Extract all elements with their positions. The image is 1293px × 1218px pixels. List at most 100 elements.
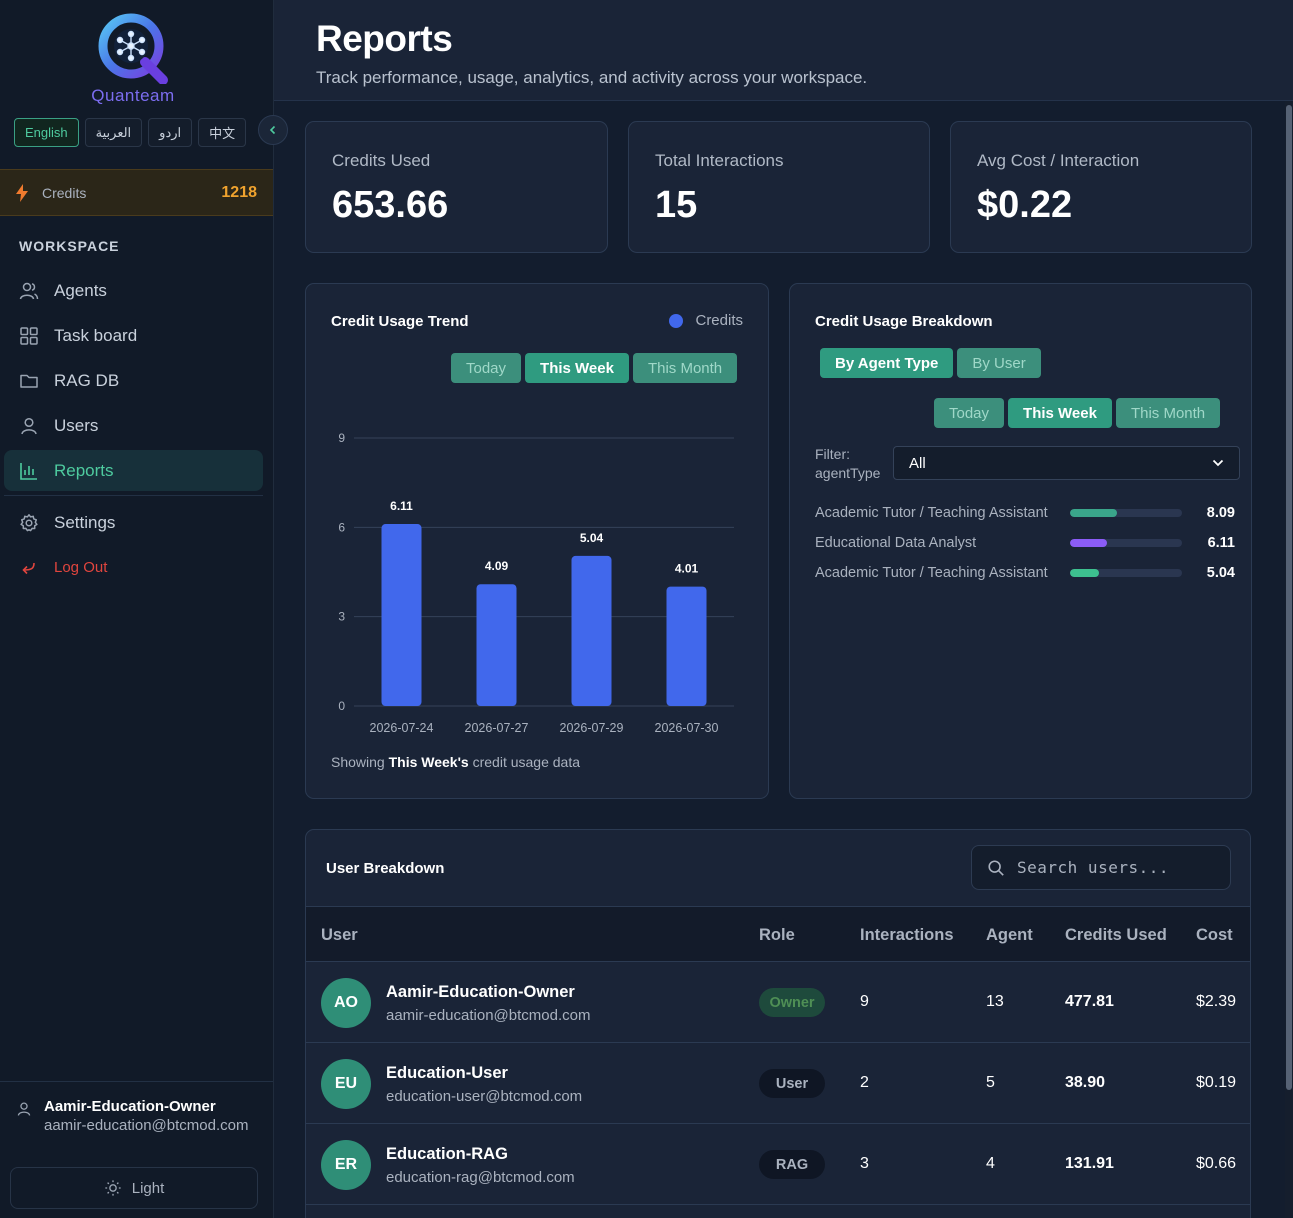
sidebar-item-label: Settings — [54, 512, 116, 532]
period-this-week-button[interactable]: This Week — [1008, 398, 1112, 428]
credits-cell: 477.81 — [1065, 993, 1114, 1010]
role-badge: User — [759, 1069, 825, 1098]
table-row[interactable]: EU Education-User education-user@btcmod.… — [306, 1043, 1250, 1124]
bar — [666, 586, 707, 706]
user-icon — [19, 416, 39, 436]
breakdown-row: Academic Tutor / Teaching Assistant 5.04 — [815, 563, 1235, 583]
search-users-box — [971, 845, 1231, 890]
bar-value-label: 4.01 — [675, 562, 699, 576]
filter-selected-value: All — [909, 454, 926, 472]
current-user[interactable]: Aamir-Education-Owner aamir-education@bt… — [0, 1081, 273, 1150]
sidebar-item-rag-db[interactable]: RAG DB — [4, 360, 263, 401]
workspace-section-title: WORKSPACE — [19, 238, 120, 254]
period-this-month-button[interactable]: This Month — [632, 353, 738, 383]
column-header-interactions[interactable]: Interactions — [860, 926, 954, 945]
period-this-month-button[interactable]: This Month — [1115, 398, 1221, 428]
sun-icon — [105, 1180, 121, 1196]
avatar: ER — [321, 1140, 371, 1190]
x-tick-label: 2026-07-30 — [655, 721, 719, 735]
scrollbar-thumb[interactable] — [1286, 105, 1292, 1090]
lang-arabic[interactable]: العربية — [84, 118, 143, 147]
y-tick-label: 9 — [338, 431, 345, 445]
search-users-input[interactable] — [1017, 858, 1207, 877]
user-breakdown-title: User Breakdown — [326, 860, 445, 877]
bar-chart-icon — [19, 461, 39, 481]
logout-icon — [19, 558, 39, 578]
period-today-button[interactable]: Today — [934, 398, 1005, 428]
credits-label: Credits — [42, 184, 87, 201]
sidebar-item-task-board[interactable]: Task board — [4, 315, 263, 356]
page-scrollbar[interactable] — [1285, 101, 1293, 1218]
table-row[interactable]: AO Aamir-Education-Owner aamir-education… — [306, 962, 1250, 1043]
breakdown-title: Credit Usage Breakdown — [815, 313, 993, 330]
sidebar-item-label: Task board — [54, 325, 138, 345]
sidebar-item-reports[interactable]: Reports — [4, 450, 263, 491]
user-name: Education-User — [386, 1064, 508, 1082]
tab-by-agent-type[interactable]: By Agent Type — [820, 348, 954, 378]
stat-card-credits-used: Credits Used 653.66 — [305, 121, 608, 253]
bar — [571, 555, 612, 706]
gear-icon — [19, 513, 39, 533]
tab-by-user[interactable]: By User — [957, 348, 1041, 378]
agent-type-filter-select[interactable]: All — [893, 446, 1240, 480]
credit-usage-bar-chart: 0 3 6 9 6.11 2026-07-24 4.09 2026-07-27 5.04 2026… — [338, 431, 734, 735]
breakdown-group-tabs: By Agent Type By User — [820, 348, 1041, 378]
breakdown-row-value: 5.04 — [1206, 565, 1235, 581]
trend-period-tabs: Today This Week This Month — [451, 353, 738, 383]
breakdown-row-name: Academic Tutor / Teaching Assistant — [815, 565, 1048, 581]
logout-button[interactable]: Log Out — [4, 547, 263, 588]
column-header-agent[interactable]: Agent — [986, 926, 1033, 945]
column-header-user[interactable]: User — [321, 926, 358, 945]
x-tick-label: 2026-07-27 — [465, 721, 529, 735]
current-user-name: Aamir-Education-Owner — [44, 1098, 216, 1115]
breakdown-bar-fill — [1070, 539, 1107, 547]
column-header-cost[interactable]: Cost — [1196, 926, 1233, 945]
stat-label: Avg Cost / Interaction — [977, 151, 1140, 170]
sidebar-item-agents[interactable]: Agents — [4, 270, 263, 311]
lang-chinese[interactable]: 中文 — [198, 118, 247, 147]
interactions-cell: 9 — [860, 993, 869, 1010]
footnote-period: This Week's — [388, 754, 469, 770]
credits-balance: Credits 1218 — [0, 169, 273, 216]
avatar: AO — [321, 978, 371, 1028]
folder-icon — [19, 371, 39, 391]
credits-cell: 38.90 — [1065, 1074, 1106, 1091]
breakdown-bar-track — [1070, 509, 1182, 517]
column-header-role[interactable]: Role — [759, 926, 795, 945]
chart-legend: Credits — [669, 312, 743, 329]
table-header: User Role Interactions Agent Credits Use… — [306, 906, 1250, 962]
theme-toggle-button[interactable]: Light — [10, 1167, 258, 1209]
chevron-down-icon — [1212, 459, 1224, 467]
breakdown-period-tabs: Today This Week This Month — [934, 398, 1221, 428]
chart-footnote: Showing This Week's credit usage data — [331, 754, 580, 770]
bar — [381, 524, 422, 706]
lang-english[interactable]: English — [14, 118, 79, 147]
user-email: education-rag@btcmod.com — [386, 1169, 575, 1186]
main-content: Credits Used 653.66 Total Interactions 1… — [274, 101, 1284, 1218]
user-email: education-user@btcmod.com — [386, 1088, 583, 1105]
stat-value: $0.22 — [977, 184, 1073, 226]
filter-field-name: agentType — [815, 465, 881, 481]
quanteam-logo — [98, 13, 168, 84]
footnote-prefix: Showing — [331, 754, 385, 770]
sidebar-nav: Agents Task board RAG DB Users Reports S… — [4, 270, 263, 592]
collapse-sidebar-button[interactable] — [258, 115, 288, 145]
current-user-email: aamir-education@btcmod.com — [44, 1117, 249, 1134]
y-tick-label: 6 — [338, 520, 345, 534]
period-today-button[interactable]: Today — [451, 353, 522, 383]
agent-cell: 4 — [986, 1155, 995, 1172]
y-tick-label: 0 — [338, 699, 345, 713]
period-this-week-button[interactable]: This Week — [525, 353, 629, 383]
credits-value: 1218 — [221, 183, 257, 201]
credit-usage-breakdown-card: Credit Usage Breakdown By Agent Type By … — [789, 283, 1252, 799]
cost-cell: $0.66 — [1196, 1155, 1237, 1172]
table-row[interactable]: ER Education-RAG education-rag@btcmod.co… — [306, 1124, 1250, 1205]
role-badge: RAG — [759, 1150, 825, 1179]
legend-swatch — [669, 313, 684, 328]
sidebar-item-users[interactable]: Users — [4, 405, 263, 446]
column-header-credits-used[interactable]: Credits Used — [1065, 926, 1167, 945]
lang-urdu[interactable]: اردو — [148, 118, 193, 147]
credits-cell: 131.91 — [1065, 1155, 1114, 1172]
sidebar-item-settings[interactable]: Settings — [4, 502, 263, 543]
avatar: EU — [321, 1059, 371, 1109]
